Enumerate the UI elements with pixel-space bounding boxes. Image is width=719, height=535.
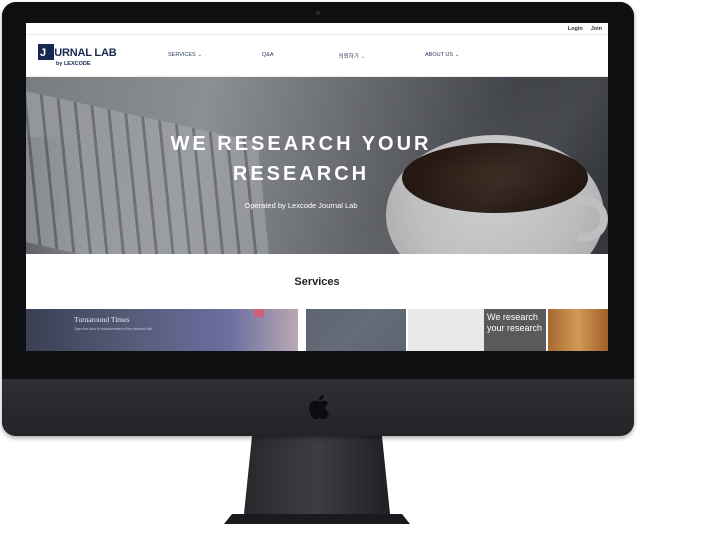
card-accent — [254, 309, 264, 317]
service-card-5[interactable] — [548, 309, 608, 351]
login-link[interactable]: Login — [568, 26, 583, 32]
chevron-down-icon: ⌄ — [455, 51, 460, 58]
main-navbar: JOURNAL LAB by LEXCODE SERVICES ⌄ Q&A 의뢰하… — [26, 35, 608, 77]
nav-qna[interactable]: Q&A — [262, 52, 274, 60]
chevron-down-icon: ⌄ — [360, 53, 365, 60]
nav-services[interactable]: SERVICES ⌄ — [168, 52, 202, 60]
stage: Login Join JOURNAL LAB by LEXCODE SERVIC… — [0, 0, 719, 535]
hero-subtitle: Operated by Lexcode Journal Lab — [244, 201, 358, 210]
logo-subtitle: by LEXCODE — [56, 60, 91, 67]
nav-about-us[interactable]: ABOUT US ⌄ — [425, 52, 459, 60]
apple-logo-icon — [309, 394, 330, 420]
service-card-3[interactable] — [408, 309, 488, 351]
services-heading: Services — [294, 275, 340, 288]
website-screen: Login Join JOURNAL LAB by LEXCODE SERVIC… — [26, 23, 608, 351]
service-card-turnaround[interactable]: Turnaround Times Open the door to enhanc… — [26, 309, 298, 351]
join-link[interactable]: Join — [591, 26, 602, 32]
monitor-stand — [224, 436, 410, 524]
hero-title: WE RESEARCH YOUR RESEARCH — [170, 133, 432, 185]
chevron-down-icon: ⌄ — [197, 51, 202, 58]
camera-icon — [316, 11, 320, 15]
services-cards: Turnaround Times Open the door to enhanc… — [26, 309, 608, 351]
nav-request[interactable]: 의뢰하기 ⌄ — [339, 52, 365, 60]
logo-wordmark: JOURNAL LAB — [40, 46, 117, 59]
nav-menu: SERVICES ⌄ Q&A 의뢰하기 ⌄ ABOUT US ⌄ — [168, 52, 459, 60]
journal-lab-logo[interactable]: JOURNAL LAB by LEXCODE — [38, 42, 124, 70]
hero-banner: WE RESEARCH YOUR RESEARCH Operated by Le… — [26, 77, 608, 254]
service-card-research[interactable]: We research your research — [484, 309, 546, 351]
service-card-2[interactable] — [306, 309, 406, 351]
top-utility-bar: Login Join — [26, 23, 608, 35]
